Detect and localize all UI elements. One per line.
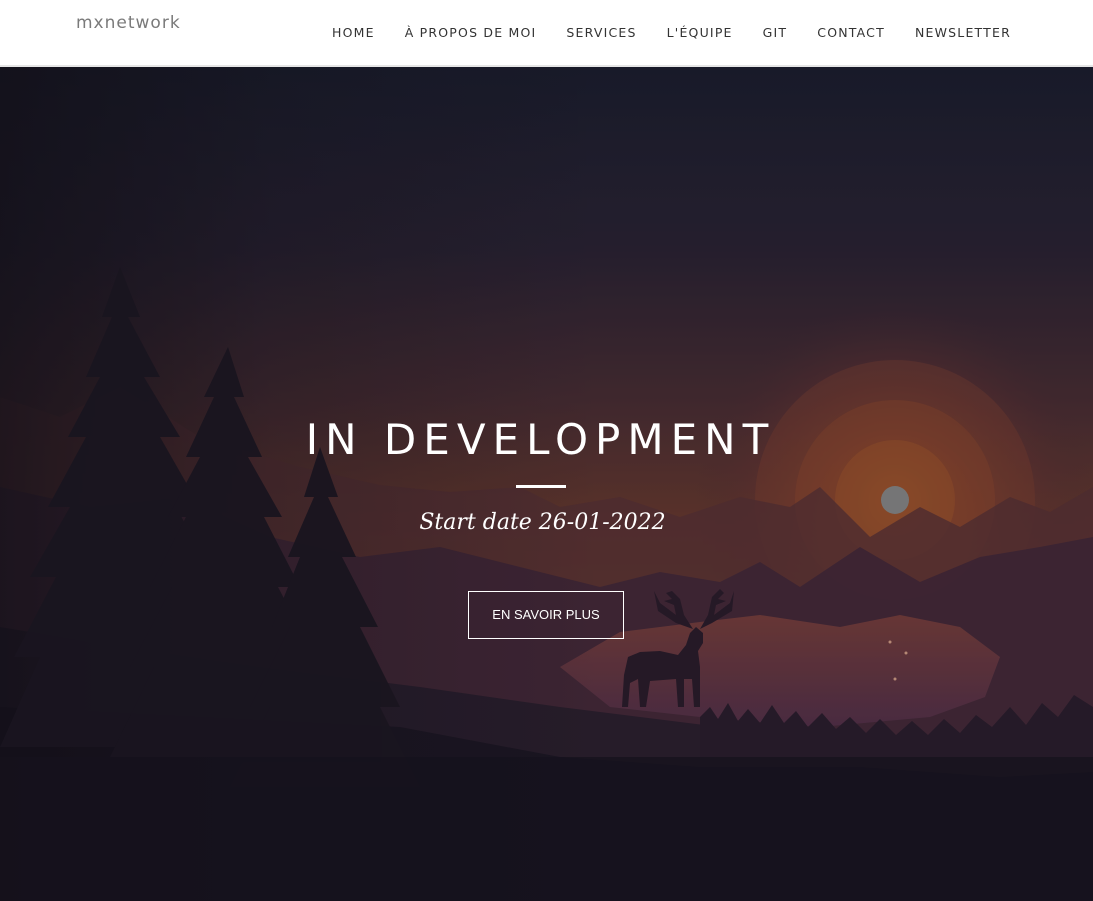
nav-link-contact[interactable]: CONTACT [817, 25, 885, 40]
nav-item-about: À PROPOS DE MOI [405, 24, 537, 42]
nav-item-services: SERVICES [566, 24, 636, 42]
hero-section: IN DEVELOPMENT Start date 26-01-2022 EN … [0, 67, 1093, 901]
nav-menu: HOME À PROPOS DE MOI SERVICES L'ÉQUIPE G… [332, 24, 1011, 42]
hero-content: IN DEVELOPMENT Start date 26-01-2022 EN … [0, 67, 1093, 901]
brand-logo-link[interactable]: mxnetwork [76, 13, 181, 33]
nav-link-team[interactable]: L'ÉQUIPE [667, 25, 733, 40]
nav-link-git[interactable]: GIT [763, 25, 788, 40]
nav-item-home: HOME [332, 24, 375, 42]
nav-link-home[interactable]: HOME [332, 25, 375, 40]
hero-subtitle: Start date 26-01-2022 [419, 510, 666, 535]
navbar: mxnetwork HOME À PROPOS DE MOI SERVICES … [0, 0, 1093, 67]
nav-item-git: GIT [763, 24, 788, 42]
nav-link-about[interactable]: À PROPOS DE MOI [405, 25, 537, 40]
nav-item-team: L'ÉQUIPE [667, 24, 733, 42]
nav-item-contact: CONTACT [817, 24, 885, 42]
nav-link-newsletter[interactable]: NEWSLETTER [915, 25, 1011, 40]
learn-more-button[interactable]: EN SAVOIR PLUS [468, 591, 624, 639]
hero-title: IN DEVELOPMENT [305, 415, 776, 464]
nav-item-newsletter: NEWSLETTER [915, 24, 1011, 42]
nav-link-services[interactable]: SERVICES [566, 25, 636, 40]
hero-divider [516, 485, 566, 488]
